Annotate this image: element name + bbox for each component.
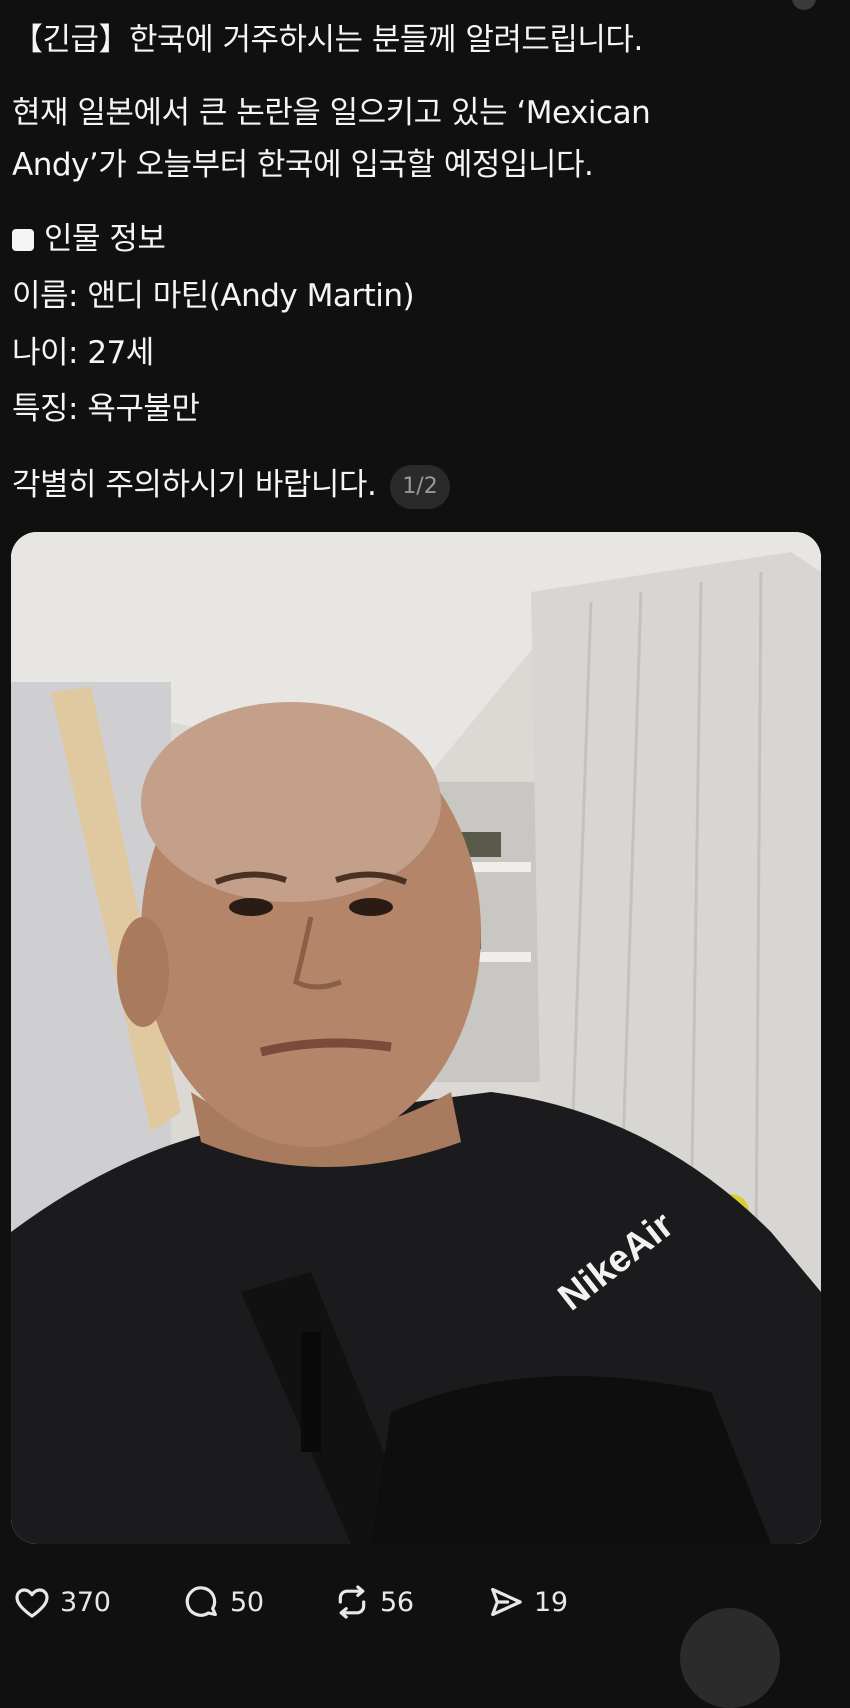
repost-count: 56 [380, 1586, 414, 1618]
post-line-headline: 【긴급】한국에 거주하시는 분들께 알려드립니다. [12, 22, 643, 58]
top-corner-button[interactable] [792, 0, 816, 10]
post-line-closing: 각별히 주의하시기 바랍니다. 1/2 [12, 465, 450, 509]
share-button[interactable]: 19 [486, 1580, 568, 1624]
page-indicator-badge: 1/2 [390, 465, 450, 509]
post-image[interactable]: NikeAir [11, 532, 821, 1544]
closing-text: 각별히 주의하시기 바랍니다. [12, 467, 377, 503]
photo-illustration: NikeAir [11, 532, 821, 1544]
heart-icon [15, 1588, 49, 1618]
comment-bubble-icon [185, 1586, 217, 1617]
like-button[interactable]: 370 [12, 1580, 111, 1624]
post-line-trait: 특징: 욕구불만 [12, 391, 200, 427]
post-line-name: 이름: 앤디 마틴(Andy Martin) [12, 278, 415, 314]
post-line-2: Andy’가 오늘부터 한국에 입국할 예정입니다. [12, 147, 594, 183]
repost-button[interactable]: 56 [332, 1580, 414, 1624]
floating-button-edge[interactable] [680, 1608, 780, 1708]
square-bullet-icon [12, 229, 34, 251]
section-title-text: 인물 정보 [44, 221, 166, 257]
reply-button[interactable]: 50 [182, 1580, 264, 1624]
send-icon [491, 1587, 522, 1617]
post-line-1: 현재 일본에서 큰 논란을 일으키고 있는 ‘Mexican [12, 95, 651, 131]
like-count: 370 [60, 1586, 111, 1618]
repost-icon [338, 1585, 366, 1619]
post-line-age: 나이: 27세 [12, 335, 154, 371]
reply-count: 50 [230, 1586, 264, 1618]
share-count: 19 [534, 1586, 568, 1618]
post-line-section-title: 인물 정보 [12, 219, 166, 259]
